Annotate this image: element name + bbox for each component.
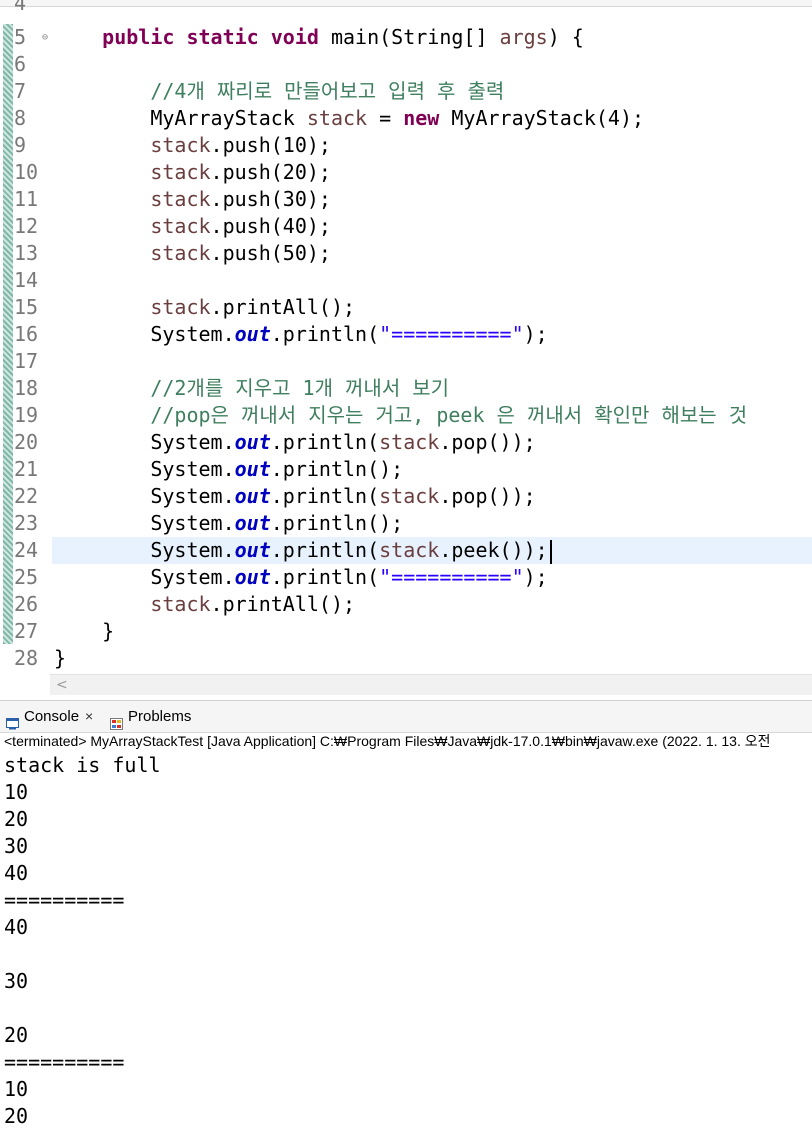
code-line[interactable]: stack.printAll(); <box>54 591 355 618</box>
console-output-line: ========== <box>4 1050 125 1074</box>
code-line[interactable]: //2개를 지우고 1개 꺼내서 보기 <box>54 375 449 402</box>
scroll-left-icon[interactable]: < <box>56 675 68 695</box>
console-output-line: ========== <box>4 888 125 912</box>
line-number: 4 <box>14 0 27 15</box>
close-icon[interactable]: × <box>85 708 93 724</box>
console-output-line: 30 <box>4 834 29 858</box>
problems-icon <box>110 710 123 731</box>
line-number: 17 <box>14 349 39 373</box>
line-number: 10 <box>14 160 39 184</box>
tab-console-label: Console <box>24 708 80 725</box>
line-number: 11 <box>14 187 39 211</box>
code-line[interactable]: //4개 짜리로 만들어보고 입력 후 출력 <box>54 78 504 105</box>
code-line[interactable]: System.out.println(); <box>54 456 403 483</box>
code-line[interactable]: System.out.println(stack.pop()); <box>54 429 535 456</box>
line-number: 7 <box>14 79 27 103</box>
console-status-line: <terminated> MyArrayStackTest [Java Appl… <box>4 733 771 749</box>
text-caret <box>549 539 552 564</box>
code-line[interactable]: System.out.println(stack.pop()); <box>54 483 535 510</box>
code-line[interactable]: } <box>54 645 66 672</box>
console-output-line: 10 <box>4 1077 29 1101</box>
line-number: 28 <box>14 646 39 670</box>
code-line[interactable]: MyArrayStack stack = new MyArrayStack(4)… <box>54 105 644 132</box>
code-line[interactable]: stack.push(40); <box>54 213 331 240</box>
code-line[interactable]: stack.push(30); <box>54 186 331 213</box>
change-ruler <box>3 24 13 644</box>
code-line[interactable]: System.out.println("=========="); <box>54 321 547 348</box>
editor-top-strip <box>0 0 812 7</box>
line-number: 23 <box>14 511 39 535</box>
line-number: 26 <box>14 592 39 616</box>
line-number: 25 <box>14 565 39 589</box>
line-number: 13 <box>14 241 39 265</box>
console-output-line: 30 <box>4 969 29 993</box>
code-line[interactable]: stack.printAll(); <box>54 294 355 321</box>
line-number: 24 <box>14 538 39 562</box>
tab-console[interactable]: Console × <box>6 701 93 732</box>
line-number: 8 <box>14 106 27 130</box>
line-number: 18 <box>14 376 39 400</box>
console-output-line: 40 <box>4 861 29 885</box>
code-line[interactable]: System.out.println(stack.peek()); <box>54 537 552 564</box>
console-output-line: 40 <box>4 915 29 939</box>
code-line[interactable]: //pop은 꺼내서 지우는 거고, peek 은 꺼내서 확인만 해보는 것 <box>54 402 747 429</box>
line-number: 22 <box>14 484 39 508</box>
line-number: 21 <box>14 457 39 481</box>
console-output-line: 20 <box>4 807 29 831</box>
line-number: 6 <box>14 52 27 76</box>
code-line[interactable]: stack.push(20); <box>54 159 331 186</box>
code-editor[interactable]: 4 5 ⊖ public static void main(String[] ar… <box>0 0 812 697</box>
fold-collapse-icon[interactable]: ⊖ <box>42 24 48 51</box>
console-output-line: 10 <box>4 780 29 804</box>
line-number: 27 <box>14 619 39 643</box>
code-line[interactable]: System.out.println(); <box>54 510 403 537</box>
horizontal-scrollbar[interactable]: < <box>50 674 812 695</box>
code-line[interactable]: } <box>54 618 114 645</box>
tab-problems[interactable]: Problems <box>110 701 191 732</box>
line-number: 5 <box>14 25 27 49</box>
console-output-line: 20 <box>4 1023 29 1047</box>
line-number: 12 <box>14 214 39 238</box>
console-output[interactable]: stack is full 10 20 30 40 ========== 40 30 20 ===… <box>4 752 161 1130</box>
line-number: 19 <box>14 403 39 427</box>
tab-problems-label: Problems <box>128 708 192 725</box>
console-output-line: stack is full <box>4 753 161 777</box>
console-icon <box>6 710 19 730</box>
line-number: 14 <box>14 268 39 292</box>
line-number: 20 <box>14 430 39 454</box>
line-number: 9 <box>14 133 27 157</box>
console-tab-bar: Console × Problems <box>0 700 812 733</box>
code-line[interactable]: System.out.println("=========="); <box>54 564 547 591</box>
code-line[interactable]: public static void main(String[] args) { <box>54 24 584 51</box>
console-output-line: 20 <box>4 1104 29 1128</box>
line-number: 15 <box>14 295 39 319</box>
line-number: 16 <box>14 322 39 346</box>
code-line[interactable]: stack.push(50); <box>54 240 331 267</box>
code-line[interactable]: stack.push(10); <box>54 132 331 159</box>
